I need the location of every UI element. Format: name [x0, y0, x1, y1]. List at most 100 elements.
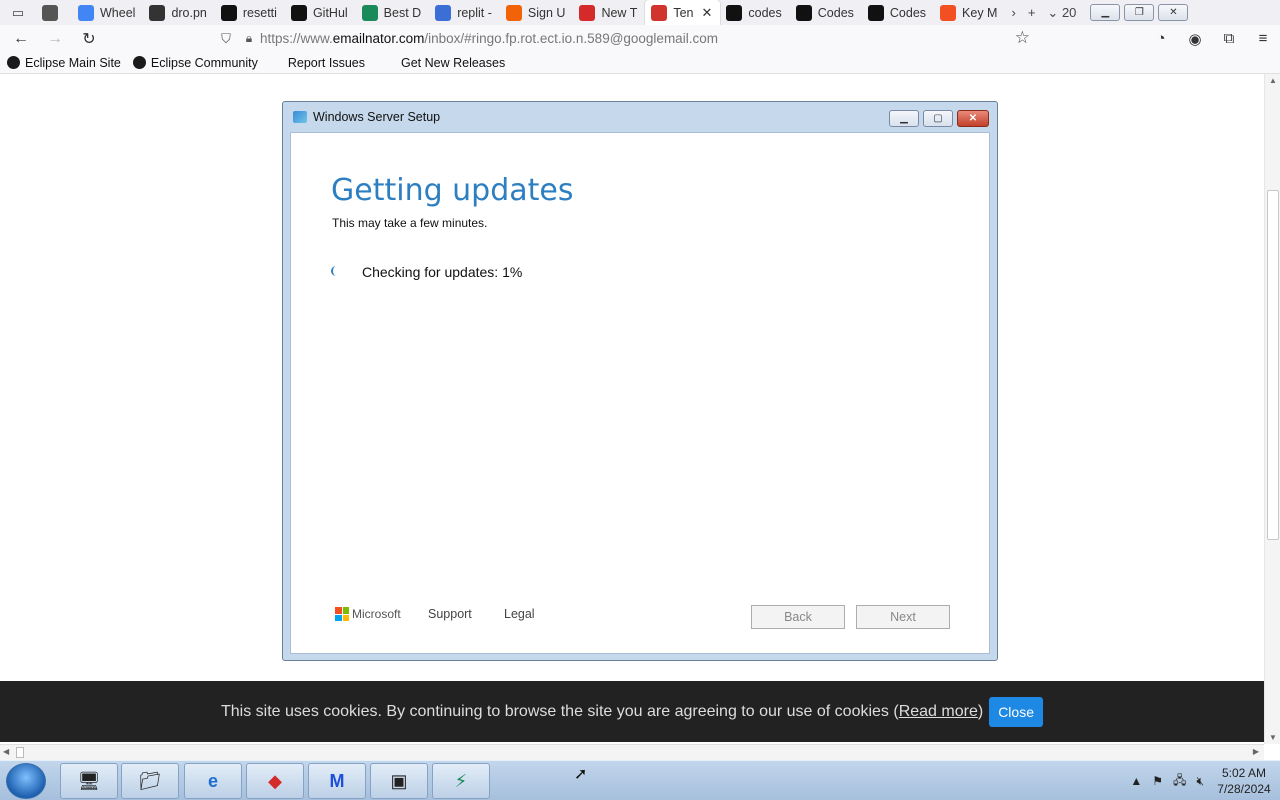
setup-body: Getting updates This may take a few minu… [290, 132, 990, 654]
mouse-cursor-icon: ➚ [574, 766, 588, 783]
bookmark-item[interactable]: Eclipse Main Site [7, 56, 121, 70]
tab-scroll-right-icon[interactable]: › [1005, 0, 1021, 25]
setup-maximize-icon[interactable]: ▢ [923, 110, 953, 127]
tab-overflow-button[interactable]: ⌄ 20 [1041, 0, 1082, 25]
menu-icon[interactable]: ≡ [1252, 30, 1274, 47]
scrollbar-thumb[interactable] [1267, 190, 1279, 540]
taskbar: 🖥︎ 📁︎ e ◆ M ▣ ⚡︎ ▲ ⚑ 🖧︎ 🔇︎ 5:02 AM 7/28/… [0, 760, 1280, 800]
tab-label: resetti [242, 5, 277, 20]
setup-window-title: Windows Server Setup [313, 110, 441, 124]
setup-app-taskbar-icon[interactable]: ⚡︎ [432, 763, 490, 799]
close-icon[interactable]: ✕ [1158, 4, 1189, 21]
github-icon [220, 4, 237, 21]
internet-explorer-icon[interactable]: e [184, 763, 242, 799]
back-icon[interactable]: ← [4, 25, 38, 52]
tab[interactable]: New T [573, 0, 645, 25]
legal-link[interactable]: Legal [504, 607, 535, 621]
clock-time: 5:02 AM [1221, 766, 1267, 780]
horizontal-scroll-thumb[interactable] [16, 747, 24, 758]
eclipse-icon [132, 56, 146, 69]
scroll-down-icon[interactable]: ▼ [1269, 733, 1277, 742]
bookmark-star-icon[interactable]: ☆ [1015, 28, 1030, 48]
clock[interactable]: 5:02 AM 7/28/2024 [1214, 765, 1274, 797]
system-tray: ▲ ⚑ 🖧︎ 🔇︎ 5:02 AM 7/28/2024 [1130, 761, 1274, 800]
tab[interactable]: Wheel [72, 0, 143, 25]
setup-window: Windows Server Setup ▁ ▢ ✕ Getting updat… [282, 101, 998, 661]
setup-subheading: This may take a few minutes. [332, 216, 488, 230]
support-link[interactable]: Support [428, 607, 472, 621]
tab-active[interactable]: Ten ✕ [645, 0, 721, 25]
terminal-app-icon[interactable]: ▣ [370, 763, 428, 799]
tab-strip: ▭ Wheel dro.pn resetti GitHul Best D replit -… [0, 0, 1280, 25]
volume-muted-icon[interactable]: 🔇︎ [1196, 774, 1204, 789]
setup-heading: Getting updates [331, 173, 574, 208]
tab[interactable]: resetti [215, 0, 285, 25]
tab[interactable]: replit - [429, 0, 500, 25]
scroll-right-icon[interactable]: ▶ [1253, 747, 1259, 756]
tab-label: Key M [962, 5, 998, 20]
bookmark-item[interactable]: Report Issues [288, 56, 365, 70]
next-button[interactable]: Next [856, 605, 950, 629]
tab-label: Ten [673, 5, 694, 20]
url-text[interactable]: https://www.emailnator.com/inbox/#ringo.… [260, 31, 718, 46]
mail-icon [651, 4, 668, 21]
minimize-icon[interactable]: ▁ [1090, 4, 1121, 21]
malwarebytes-icon[interactable]: M [308, 763, 366, 799]
tab-label: Wheel [100, 5, 136, 20]
restore-icon[interactable]: ❐ [1124, 4, 1155, 21]
green-circle-icon [361, 4, 378, 21]
tab-label: Best D [383, 5, 422, 20]
lock-icon[interactable]: 🔒︎ [238, 31, 260, 46]
account-icon[interactable]: ◉ [1184, 30, 1206, 48]
file-explorer-icon[interactable]: 📁︎ [121, 763, 179, 799]
microsoft-brand-text: Microsoft [352, 607, 401, 621]
cookie-close-button[interactable]: Close [989, 696, 1043, 727]
start-button[interactable] [6, 763, 46, 799]
tab[interactable]: Best D [356, 0, 430, 25]
tab-list-icon[interactable]: ▭ [0, 0, 36, 25]
tab-count: 20 [1061, 5, 1077, 20]
forward-icon[interactable]: → [38, 25, 72, 52]
reload-icon[interactable]: ↻ [72, 25, 106, 52]
search-icon [435, 4, 452, 21]
back-button[interactable]: Back [751, 605, 845, 629]
tab[interactable]: Codes [862, 0, 934, 25]
bookmark-item[interactable]: Get New Releases [401, 56, 505, 70]
vertical-scrollbar[interactable]: ▲ ▼ [1264, 74, 1280, 744]
cookie-text: This site uses cookies. By continuing to… [221, 702, 899, 720]
back-nav-icon [42, 4, 58, 21]
clock-date: 7/28/2024 [1217, 782, 1271, 796]
extensions-icon[interactable]: ⧉ [1218, 30, 1240, 47]
tab[interactable]: dro.pn [143, 0, 214, 25]
setup-close-icon[interactable]: ✕ [957, 110, 989, 127]
tab[interactable]: Codes [790, 0, 862, 25]
action-center-flag-icon[interactable]: ⚑ [1152, 774, 1163, 788]
horizontal-scrollbar[interactable]: ◀ ▶ [0, 744, 1264, 760]
tab-label: codes [748, 5, 782, 20]
browser-fox-icon[interactable]: ◆ [246, 763, 304, 799]
url-bar[interactable]: ⛉ 🔒︎ https://www.emailnator.com/inbox/#r… [214, 26, 1038, 51]
terminal-icon [149, 4, 166, 21]
tab-close-icon[interactable]: ✕ [702, 5, 713, 21]
tab[interactable]: Sign U [500, 0, 574, 25]
pocket-icon[interactable]: ◔ [1150, 30, 1172, 47]
new-tab-icon[interactable]: + [1022, 0, 1042, 25]
github-icon [726, 4, 743, 21]
scroll-up-icon[interactable]: ▲ [1269, 76, 1277, 85]
cookie-banner: This site uses cookies. By continuing to… [0, 681, 1264, 742]
bookmark-item[interactable]: Eclipse Community [132, 56, 258, 70]
google-icon [78, 4, 94, 21]
tab[interactable]: Key M [934, 0, 1005, 25]
tray-overflow-icon[interactable]: ▲ [1130, 774, 1142, 788]
tab-label: Codes [889, 5, 927, 20]
read-more-link[interactable]: Read more [899, 703, 978, 721]
scroll-left-icon[interactable]: ◀ [3, 747, 9, 756]
tab[interactable]: GitHul [285, 0, 356, 25]
shield-icon[interactable]: ⛉ [214, 31, 238, 47]
microsoft-logo-icon [335, 607, 349, 621]
network-icon[interactable]: 🖧︎ [1173, 771, 1186, 792]
tab[interactable]: codes [720, 0, 789, 25]
server-manager-icon[interactable]: 🖥︎ [60, 763, 118, 799]
setup-minimize-icon[interactable]: ▁ [889, 110, 919, 127]
tab[interactable] [36, 0, 72, 25]
